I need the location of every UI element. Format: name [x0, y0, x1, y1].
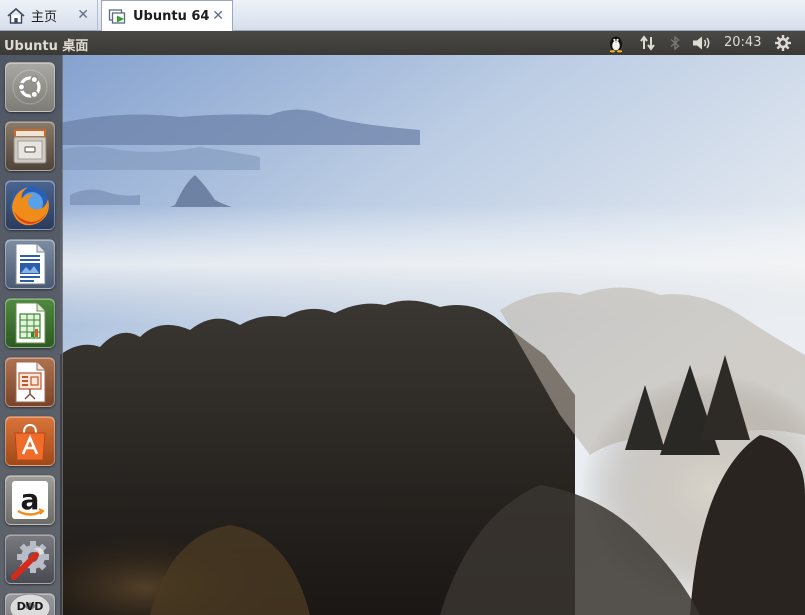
tab-ubuntu-vm[interactable]: Ubuntu 64 ✕	[101, 0, 233, 32]
desktop-wallpaper	[0, 55, 805, 615]
launcher-files[interactable]	[5, 121, 55, 171]
calc-spreadsheet-icon	[15, 302, 46, 344]
tab-home[interactable]: 主页 ✕	[0, 0, 98, 31]
ubuntu-logo-icon	[12, 69, 48, 105]
close-icon[interactable]: ✕	[212, 8, 224, 24]
panel-title: Ubuntu 桌面	[4, 39, 89, 54]
file-cabinet-icon	[13, 129, 47, 164]
tux-icon[interactable]	[605, 31, 627, 55]
network-updown-icon[interactable]	[637, 31, 659, 55]
tab-home-label: 主页	[31, 10, 58, 25]
launcher-dash-home[interactable]	[5, 62, 55, 112]
home-icon	[6, 6, 26, 26]
launcher-dvd[interactable]: DVD	[5, 593, 55, 615]
launcher: a DVD	[0, 55, 63, 615]
vm-play-icon	[108, 7, 128, 27]
launcher-amazon[interactable]: a	[5, 475, 55, 525]
impress-presentation-icon	[15, 361, 46, 403]
launcher-system-settings[interactable]	[5, 534, 55, 584]
wrench-gear-icon	[11, 541, 49, 580]
dvd-label: DVD	[16, 600, 44, 613]
bluetooth-icon[interactable]	[666, 31, 684, 55]
host-tab-bar: 主页 ✕ Ubuntu 64 ✕	[0, 0, 805, 32]
svg-text:a: a	[21, 483, 40, 516]
tab-ubuntu-label: Ubuntu 64	[133, 9, 210, 24]
launcher-libreoffice-writer[interactable]	[5, 239, 55, 289]
close-icon[interactable]: ✕	[77, 7, 89, 23]
launcher-libreoffice-calc[interactable]	[5, 298, 55, 348]
launcher-software-center[interactable]	[5, 416, 55, 466]
shopping-bag-icon	[14, 423, 46, 461]
writer-document-icon	[15, 243, 46, 285]
amazon-icon: a	[12, 481, 48, 519]
launcher-firefox[interactable]	[5, 180, 55, 230]
panel-clock[interactable]: 20:43	[724, 35, 761, 50]
top-panel: Ubuntu 桌面 20:43	[0, 31, 805, 55]
volume-icon[interactable]	[690, 31, 714, 55]
firefox-icon	[11, 186, 49, 226]
desktop[interactable]: a DVD	[0, 55, 805, 615]
gear-icon[interactable]	[772, 31, 794, 55]
launcher-libreoffice-impress[interactable]	[5, 357, 55, 407]
